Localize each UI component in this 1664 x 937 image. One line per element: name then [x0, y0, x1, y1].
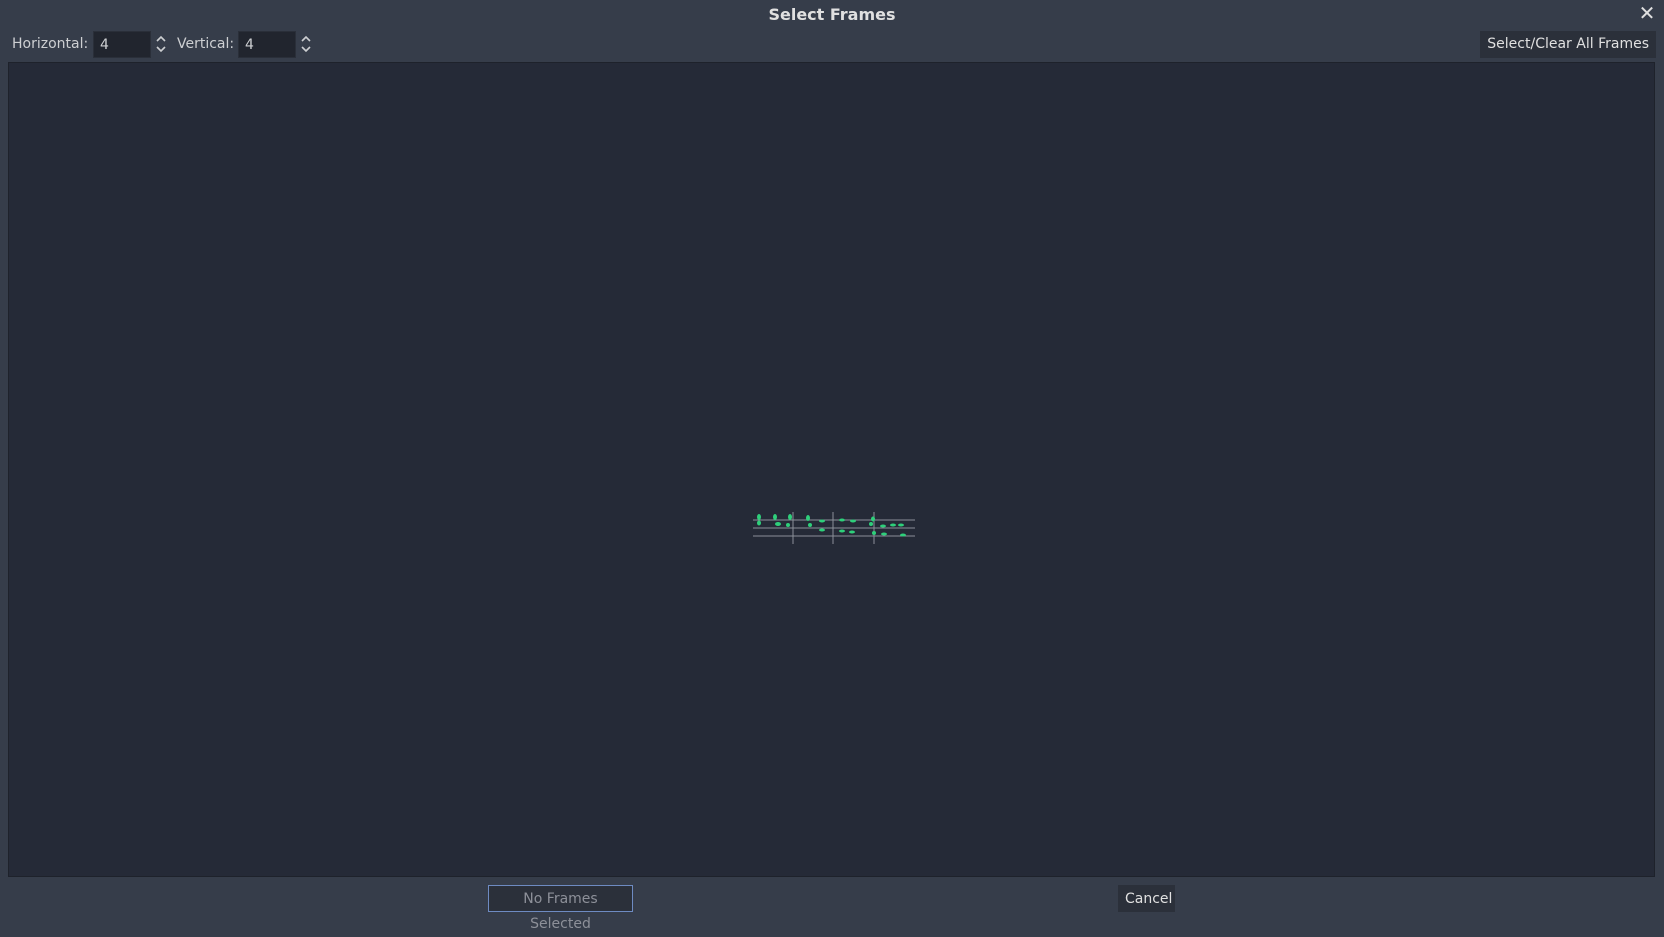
dialog-footer: No Frames Selected Cancel [0, 879, 1664, 932]
dialog-titlebar: Select Frames ✕ [0, 0, 1664, 28]
horizontal-label: Horizontal: [12, 36, 89, 52]
sprite-sheet-preview[interactable] [753, 511, 915, 545]
frame-grid-toolbar: Horizontal: Vertical: Select/Clear All F… [0, 30, 1664, 60]
no-frames-selected-button[interactable]: No Frames Selected [488, 885, 633, 932]
frame-preview-canvas[interactable] [8, 62, 1655, 877]
vertical-input[interactable] [238, 31, 296, 58]
vertical-label: Vertical: [177, 36, 235, 52]
select-clear-all-frames-button[interactable]: Select/Clear All Frames [1480, 31, 1656, 58]
updown-arrows-icon[interactable] [154, 33, 168, 55]
cancel-button[interactable]: Cancel [1118, 885, 1175, 912]
updown-arrows-icon[interactable] [299, 33, 313, 55]
close-icon[interactable]: ✕ [1636, 1, 1658, 25]
horizontal-input[interactable] [93, 31, 151, 58]
dialog-title: Select Frames [768, 4, 896, 24]
